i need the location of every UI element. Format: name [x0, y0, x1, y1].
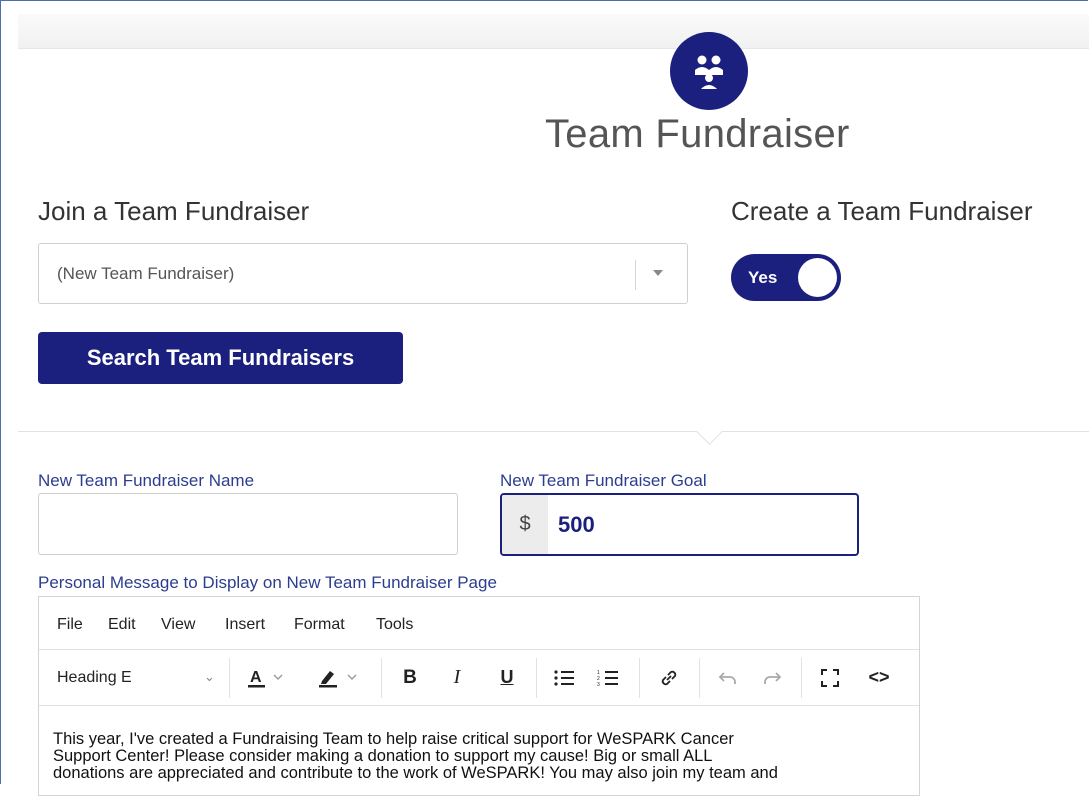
- team-name-label: New Team Fundraiser Name: [38, 471, 255, 490]
- numbered-list-icon[interactable]: 1 2 3: [591, 650, 625, 705]
- toolbar-separator: [536, 658, 537, 698]
- undo-icon[interactable]: [711, 650, 745, 705]
- menu-edit[interactable]: Edit: [108, 616, 136, 634]
- top-header-bar: [18, 14, 1089, 49]
- content-line: donations are appreciated and contribute…: [53, 764, 778, 782]
- section-divider: [18, 431, 1089, 432]
- caret-down-icon[interactable]: [653, 270, 663, 276]
- editor-content[interactable]: This year, I've created a Fundraising Te…: [53, 731, 913, 782]
- create-team-toggle[interactable]: Yes: [731, 254, 841, 301]
- content-line: This year, I've created a Fundraising Te…: [53, 730, 734, 748]
- team-goal-label: New Team Fundraiser Goal: [500, 471, 707, 490]
- toolbar-separator: [699, 658, 700, 698]
- team-icon: [670, 32, 748, 110]
- fullscreen-icon[interactable]: [813, 650, 847, 705]
- menu-format[interactable]: Format: [294, 616, 345, 634]
- source-code-icon[interactable]: <>: [859, 650, 899, 705]
- editor-menubar: File Edit View Insert Format Tools: [39, 597, 919, 650]
- link-icon[interactable]: [651, 650, 687, 705]
- bullet-list-icon[interactable]: [547, 650, 581, 705]
- search-team-fundraisers-button[interactable]: Search Team Fundraisers: [38, 332, 403, 384]
- toggle-label: Yes: [748, 268, 778, 287]
- toolbar-separator: [381, 658, 382, 698]
- italic-icon[interactable]: I: [441, 650, 473, 705]
- toggle-knob: [798, 258, 837, 297]
- bold-icon[interactable]: B: [394, 650, 426, 705]
- team-fundraiser-select[interactable]: (New Team Fundraiser): [38, 243, 688, 304]
- highlight-color-icon[interactable]: [309, 650, 375, 705]
- text-color-icon[interactable]: A: [239, 650, 299, 705]
- rich-text-editor[interactable]: File Edit View Insert Format Tools Headi…: [38, 596, 920, 796]
- select-separator: [635, 260, 636, 290]
- block-format-select[interactable]: Heading E ⌄: [39, 650, 229, 705]
- join-team-heading: Join a Team Fundraiser: [38, 196, 310, 226]
- svg-text:3: 3: [597, 682, 600, 687]
- team-goal-input[interactable]: $ 500: [500, 493, 859, 556]
- content-line: Support Center! Please consider making a…: [53, 747, 713, 765]
- svg-text:A: A: [250, 669, 262, 686]
- editor-toolbar: Heading E ⌄ A B I U 1 2 3 <>: [39, 650, 919, 706]
- redo-icon[interactable]: [755, 650, 789, 705]
- chevron-down-icon: ⌄: [204, 669, 215, 684]
- menu-insert[interactable]: Insert: [225, 616, 265, 634]
- toolbar-separator: [801, 658, 802, 698]
- goal-value: 500: [558, 512, 595, 537]
- page-title: Team Fundraiser: [545, 112, 850, 156]
- menu-view[interactable]: View: [161, 616, 195, 634]
- personal-message-label: Personal Message to Display on New Team …: [38, 573, 497, 592]
- toolbar-separator: [229, 658, 230, 698]
- team-select-value: (New Team Fundraiser): [57, 264, 235, 283]
- create-team-heading: Create a Team Fundraiser: [731, 196, 1033, 226]
- menu-tools[interactable]: Tools: [376, 616, 413, 634]
- menu-file[interactable]: File: [57, 616, 83, 634]
- currency-prefix: $: [502, 495, 548, 554]
- block-format-value: Heading E: [57, 669, 132, 686]
- team-name-input[interactable]: [38, 493, 458, 555]
- underline-icon[interactable]: U: [491, 650, 523, 705]
- toolbar-separator: [639, 658, 640, 698]
